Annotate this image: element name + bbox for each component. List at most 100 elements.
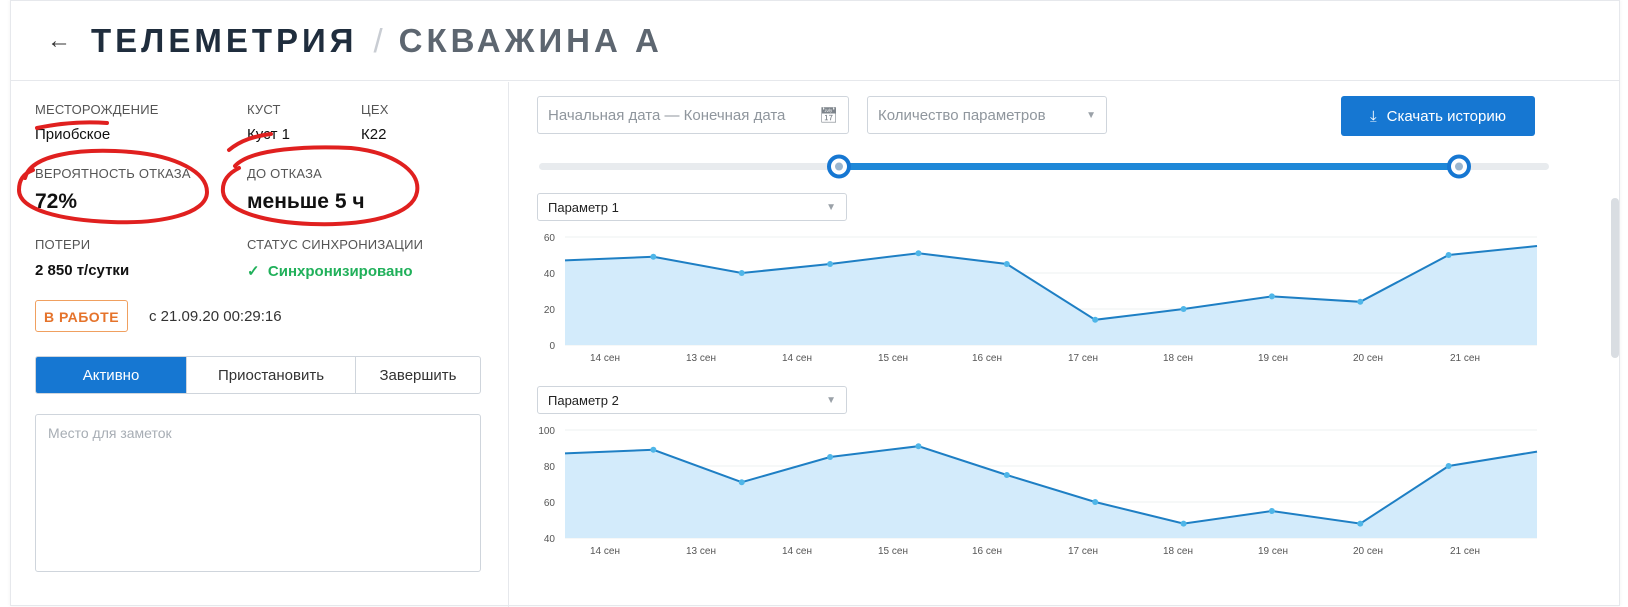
losses-value: 2 850 т/сутки [35, 262, 130, 279]
page-header: ← ТЕЛЕМЕТРИЯ / СКВАЖИНА А [11, 1, 1619, 81]
download-history-label: Скачать историю [1386, 107, 1506, 125]
series-area [565, 446, 1537, 538]
date-range-input[interactable]: Начальная дата — Конечная дата 📅︎ [537, 96, 849, 134]
page-title: ТЕЛЕМЕТРИЯ [91, 21, 358, 59]
data-point [1180, 520, 1187, 527]
x-tick-label: 14 сен [590, 546, 620, 557]
y-tick-label: 80 [544, 462, 556, 473]
pad-label: КУСТ [247, 102, 281, 117]
time-to-failure-label: ДО ОТКАЗА [247, 166, 323, 181]
date-range-placeholder: Начальная дата — Конечная дата [548, 106, 786, 124]
info-panel: МЕСТОРОЖДЕНИЕ Приобское КУСТ Куст 1 ЦЕХ … [11, 82, 509, 607]
x-tick-label: 13 сен [686, 546, 716, 557]
y-tick-label: 40 [544, 269, 556, 280]
x-tick-label: 20 сен [1353, 546, 1383, 557]
data-point [827, 454, 834, 460]
x-tick-label: 19 сен [1258, 353, 1288, 364]
failure-probability-label: ВЕРОЯТНОСТЬ ОТКАЗА [35, 166, 191, 181]
check-icon: ✓ [247, 263, 260, 280]
data-point [1268, 508, 1275, 514]
data-point [1445, 252, 1452, 258]
sync-status-label: СТАТУС СИНХРОНИЗАЦИИ [247, 237, 424, 252]
chevron-down-icon: ▼ [1086, 109, 1096, 121]
notes-field[interactable]: Место для заметок [35, 414, 481, 572]
finish-button[interactable]: Завершить [355, 357, 480, 393]
pause-button[interactable]: Приостановить [186, 357, 355, 393]
chevron-down-icon: ▼ [826, 201, 836, 213]
download-icon: ⤓ [1370, 107, 1377, 125]
status-switcher: Активно Приостановить Завершить [35, 356, 481, 394]
data-point [1445, 463, 1452, 469]
x-tick-label: 19 сен [1258, 546, 1288, 557]
sync-status-value: ✓ Синхронизировано [247, 262, 413, 280]
x-tick-label: 13 сен [686, 353, 716, 364]
data-point [1003, 472, 1010, 478]
param-2-chart: 40 60 80 100 14 сен 13 сен 14 сен 15 сен 16 сен 1… [538, 426, 1538, 557]
data-point [1003, 261, 1010, 267]
status-since: с 21.09.20 00:29:16 [149, 308, 282, 325]
range-slider[interactable] [509, 150, 1621, 184]
x-tick-label: 15 сен [878, 353, 908, 364]
x-tick-label: 21 сен [1450, 353, 1480, 364]
data-point [915, 443, 922, 450]
param-select-2-label: Параметр 2 [548, 392, 619, 408]
param-select-2[interactable]: Параметр 2 ▼ [537, 386, 847, 414]
x-tick-label: 15 сен [878, 546, 908, 557]
x-tick-label: 17 сен [1068, 353, 1098, 364]
chevron-down-icon: ▼ [826, 394, 836, 406]
param-select-1-label: Параметр 1 [548, 199, 619, 215]
data-point [1092, 499, 1099, 505]
failure-probability-value: 72% [35, 190, 78, 213]
page-subtitle: СКВАЖИНА А [398, 21, 663, 59]
data-point [650, 253, 657, 260]
param-1-chart: 0 20 40 60 14 сен 13 сен 14 сен 15 сен 16 сен 17 … [544, 233, 1538, 364]
x-tick-label: 14 сен [782, 546, 812, 557]
y-tick-label: 40 [544, 534, 556, 545]
calendar-icon: 📅︎ [818, 107, 838, 124]
x-tick-label: 16 сен [972, 353, 1002, 364]
field-value: Приобское [35, 126, 111, 143]
x-tick-label: 16 сен [972, 546, 1002, 557]
active-button[interactable]: Активно [36, 357, 186, 393]
data-point [1268, 293, 1275, 300]
arrow-left-icon[interactable]: ← [47, 28, 71, 53]
x-tick-label: 18 сен [1163, 353, 1193, 364]
field-label: МЕСТОРОЖДЕНИЕ [35, 102, 159, 117]
y-tick-label: 20 [544, 305, 556, 316]
sync-status-text: Синхронизировано [267, 263, 413, 280]
x-tick-label: 14 сен [782, 353, 812, 364]
data-point [915, 250, 922, 257]
status-badge: В РАБОТЕ [35, 300, 129, 332]
x-tick-label: 18 сен [1163, 546, 1193, 557]
y-tick-label: 100 [538, 426, 555, 437]
app-window: ← ТЕЛЕМЕТРИЯ / СКВАЖИНА А МЕСТОРОЖДЕНИЕ … [10, 0, 1621, 607]
x-tick-label: 14 сен [590, 353, 620, 364]
data-point [738, 270, 745, 276]
breadcrumb-separator: / [373, 21, 383, 59]
x-tick-label: 20 сен [1353, 353, 1383, 364]
data-point [650, 446, 657, 453]
losses-label: ПОТЕРИ [35, 237, 91, 252]
data-point [1180, 306, 1187, 312]
pad-value: Куст 1 [247, 126, 290, 143]
y-tick-label: 60 [544, 498, 556, 509]
download-history-button[interactable]: ⤓ Скачать историю [1341, 96, 1535, 136]
data-point [738, 479, 745, 486]
data-point [827, 261, 834, 267]
params-count-select[interactable]: Количество параметров ▼ [867, 96, 1107, 134]
y-tick-label: 0 [549, 341, 555, 352]
shop-label: ЦЕХ [361, 102, 389, 117]
y-tick-label: 60 [544, 233, 556, 244]
data-point [1092, 316, 1099, 323]
params-count-placeholder: Количество параметров [878, 106, 1046, 124]
data-point [1357, 520, 1364, 527]
history-panel: Начальная дата — Конечная дата 📅︎ Количе… [509, 82, 1621, 607]
param-select-1[interactable]: Параметр 1 ▼ [537, 193, 847, 221]
scrollbar[interactable] [1611, 198, 1619, 358]
data-point [1357, 298, 1364, 305]
x-tick-label: 21 сен [1450, 546, 1480, 557]
x-tick-label: 17 сен [1068, 546, 1098, 557]
shop-value: К22 [361, 126, 387, 143]
time-to-failure-value: меньше 5 ч [247, 190, 365, 213]
series-area [565, 246, 1537, 345]
